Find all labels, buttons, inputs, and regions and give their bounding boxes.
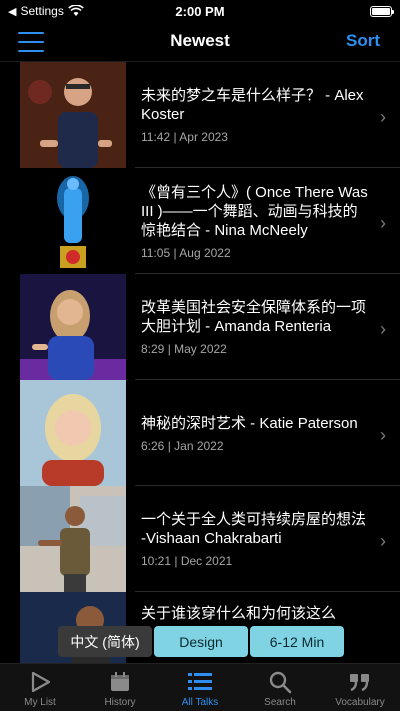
duration-filter-chip[interactable]: 6-12 Min bbox=[250, 626, 344, 657]
talk-title: 神秘的深时艺术 - Katie Paterson bbox=[141, 414, 358, 432]
calendar-icon bbox=[108, 668, 132, 696]
topic-filter-chip[interactable]: Design bbox=[154, 626, 248, 657]
talk-meta: 11:42 | Apr 2023 bbox=[141, 130, 228, 144]
status-left: ◀ Settings bbox=[8, 4, 84, 18]
talk-row[interactable]: 神秘的深时艺术 - Katie Paterson 6:26 | Jan 2022… bbox=[0, 380, 400, 486]
tab-my-list[interactable]: My List bbox=[0, 664, 80, 711]
battery-icon bbox=[370, 5, 394, 17]
page-title: Newest bbox=[170, 31, 230, 50]
tab-vocabulary[interactable]: Vocabulary bbox=[320, 664, 400, 711]
back-arrow-icon[interactable]: ◀ bbox=[8, 5, 16, 18]
tab-label: All Talks bbox=[181, 697, 219, 708]
talk-list[interactable]: 未来的梦之车是什么样子？ - Alex Koster 11:42 | Apr 2… bbox=[0, 62, 400, 663]
sort-button[interactable]: Sort bbox=[346, 31, 380, 51]
tab-label: Vocabulary bbox=[335, 697, 385, 708]
tab-label: History bbox=[104, 697, 136, 708]
filter-chips: 中文 (简体) Design 6-12 Min bbox=[58, 626, 344, 657]
talk-thumbnail bbox=[20, 168, 126, 274]
talk-row[interactable]: 未来的梦之车是什么样子？ - Alex Koster 11:42 | Apr 2… bbox=[0, 62, 400, 168]
chevron-right-icon: › bbox=[380, 531, 386, 551]
tab-bar: My List History All Talks Search Vocabul… bbox=[0, 663, 400, 711]
search-icon bbox=[268, 668, 292, 696]
talk-row[interactable]: 一个关于全人类可持续房屋的想法 -Vishaan Chakrabarti 10:… bbox=[0, 486, 400, 592]
talk-meta: 11:05 | Aug 2022 bbox=[141, 245, 231, 260]
talk-meta: 6:26 | Jan 2022 bbox=[141, 438, 224, 453]
talk-title: 未来的梦之车是什么样子？ - Alex Koster bbox=[141, 87, 364, 123]
tab-search[interactable]: Search bbox=[240, 664, 320, 711]
tab-all-talks[interactable]: All Talks bbox=[160, 664, 240, 711]
list-icon bbox=[187, 668, 213, 696]
talk-row[interactable]: 《曾有三个人》( Once There Was III )——一个舞蹈、动画与科… bbox=[0, 168, 400, 274]
wifi-icon bbox=[68, 5, 84, 16]
chevron-right-icon: › bbox=[380, 425, 386, 445]
talk-thumbnail bbox=[20, 486, 126, 592]
language-filter-chip[interactable]: 中文 (简体) bbox=[58, 626, 152, 657]
talk-title: 《曾有三个人》( Once There Was III )——一个舞蹈、动画与科… bbox=[141, 183, 368, 239]
talk-thumbnail bbox=[20, 62, 126, 168]
talk-title: 一个关于全人类可持续房屋的想法 -Vishaan Chakrabarti bbox=[141, 511, 367, 547]
talk-row[interactable]: 改革美国社会安全保障体系的一项大胆计划 - Amanda Renteria 8:… bbox=[0, 274, 400, 380]
chevron-right-icon: › bbox=[380, 107, 386, 127]
talk-thumbnail bbox=[20, 274, 126, 380]
tab-label: My List bbox=[24, 697, 56, 708]
tab-history[interactable]: History bbox=[80, 664, 160, 711]
quote-icon bbox=[348, 668, 372, 696]
play-triangle-icon bbox=[28, 668, 52, 696]
carrier-label[interactable]: Settings bbox=[20, 4, 63, 18]
nav-bar: Newest Sort bbox=[0, 22, 400, 62]
tab-label: Search bbox=[264, 697, 296, 708]
status-bar: ◀ Settings 2:00 PM bbox=[0, 0, 400, 22]
chevron-right-icon: › bbox=[380, 319, 386, 339]
talk-thumbnail bbox=[20, 380, 126, 486]
talk-meta: 10:21 | Dec 2021 bbox=[141, 554, 233, 568]
talk-meta: 8:29 | May 2022 bbox=[141, 342, 227, 356]
chevron-right-icon: › bbox=[380, 213, 386, 233]
talk-title: 关于谁该穿什么和为何该这么 bbox=[141, 605, 337, 622]
talk-title: 改革美国社会安全保障体系的一项大胆计划 - Amanda Renteria bbox=[141, 299, 367, 335]
